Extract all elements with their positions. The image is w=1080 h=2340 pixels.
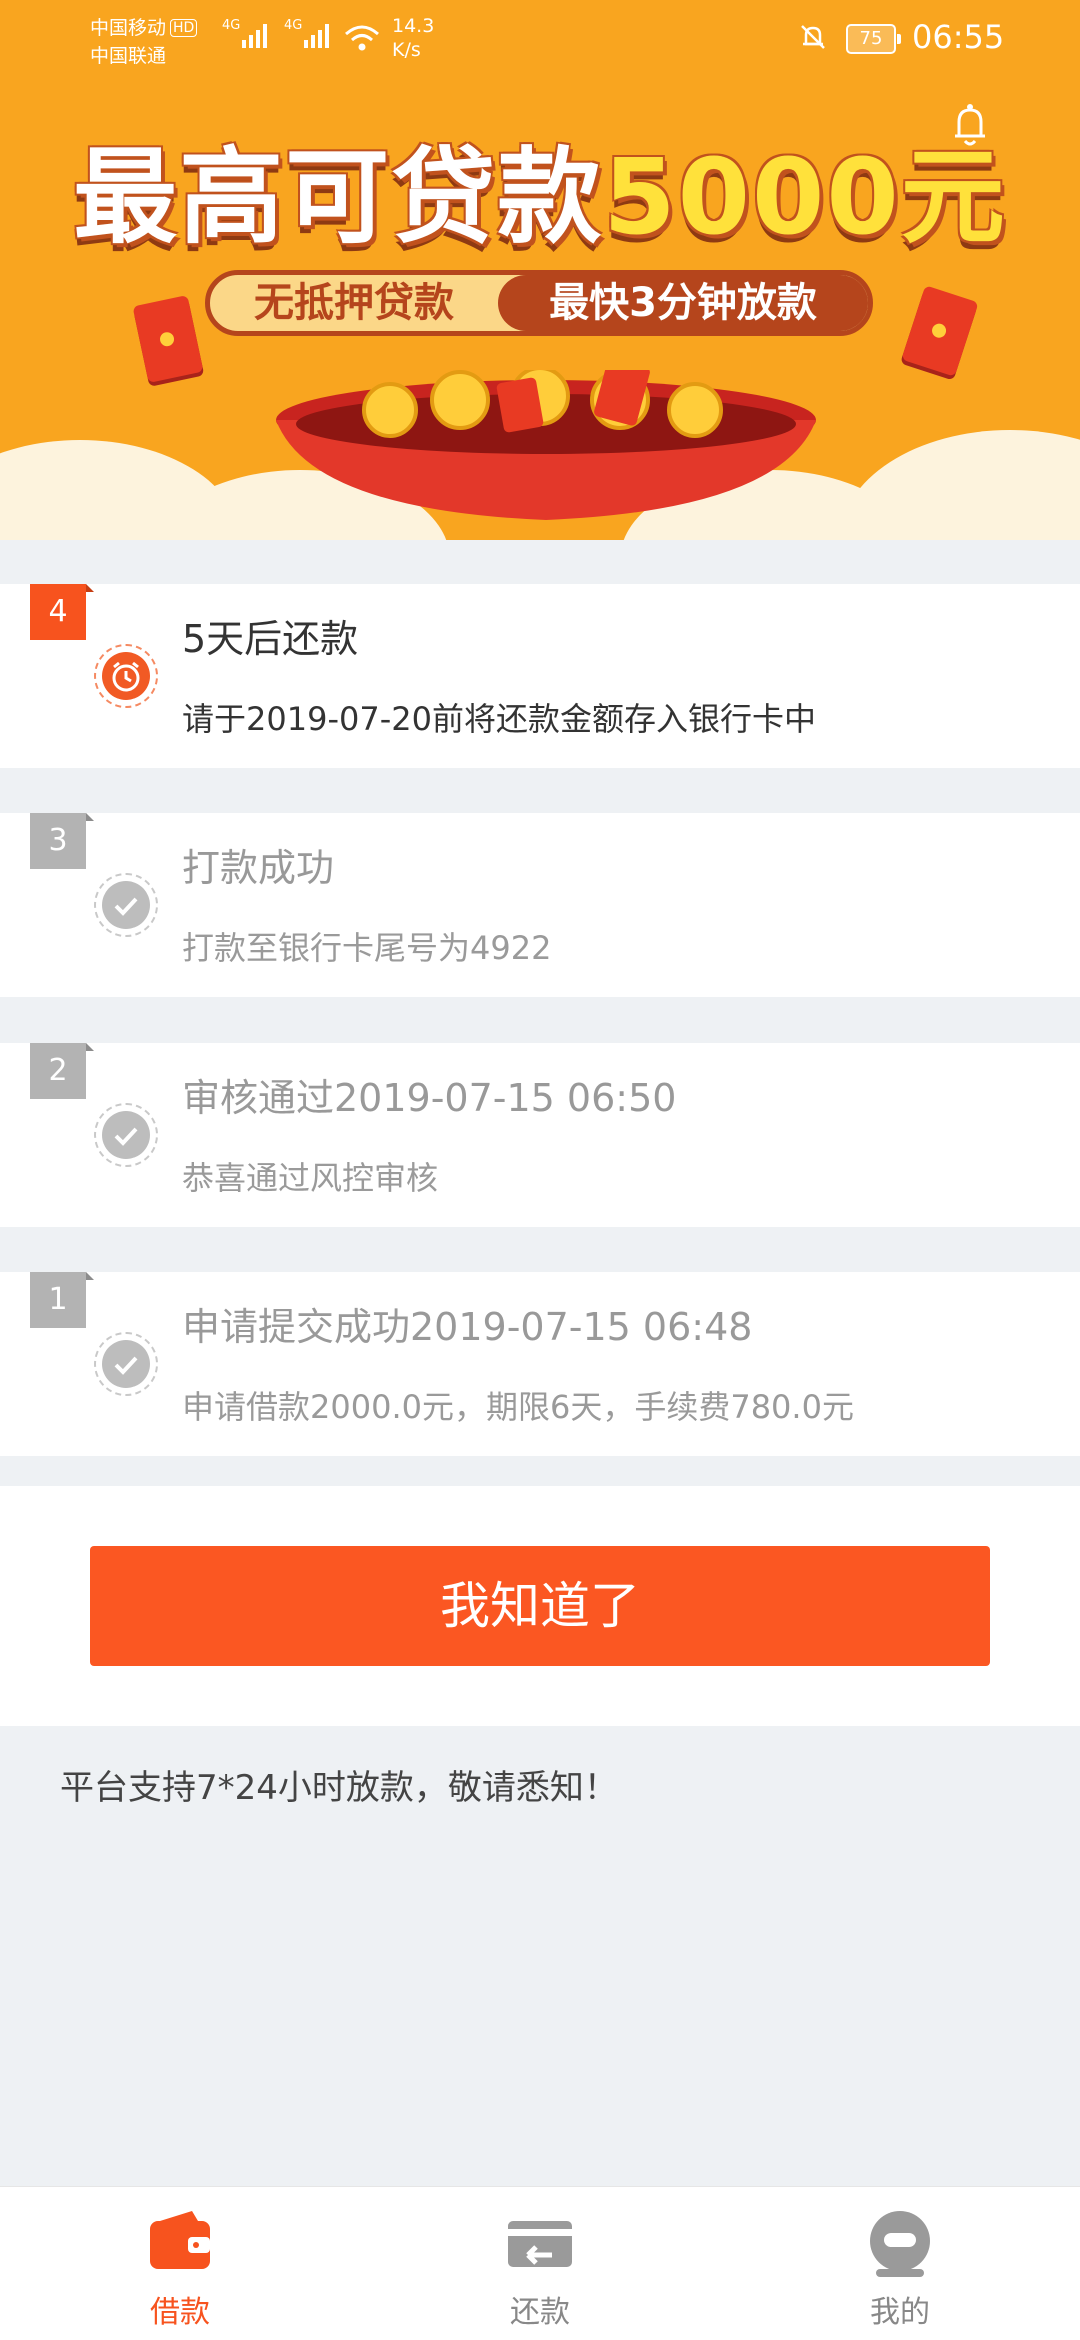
network-type-1: 4G xyxy=(222,18,241,33)
status-indicator xyxy=(94,873,158,937)
tab-label: 我的 xyxy=(870,2295,930,2330)
action-area: 我知道了 xyxy=(0,1486,1080,1726)
alarm-clock-icon xyxy=(112,661,140,692)
tab-borrow[interactable]: 借款 xyxy=(0,2187,360,2340)
slogan-no-collateral: 无抵押贷款 xyxy=(254,280,454,326)
step-item-1: 1 申请提交成功2019-07-15 06:48 申请借款2000.0元，期限6… xyxy=(0,1272,1080,1456)
headline-text: 最高可贷款 xyxy=(73,136,604,258)
check-icon xyxy=(114,1356,138,1375)
speed-unit: K/s xyxy=(392,39,421,61)
battery-icon: 75 xyxy=(846,24,901,54)
check-icon xyxy=(114,1127,138,1146)
step-number-badge: 4 xyxy=(30,584,94,640)
step-number-badge: 2 xyxy=(30,1043,94,1099)
red-envelope-icon xyxy=(901,285,979,377)
repay-card-icon xyxy=(508,2221,572,2267)
step-title: 申请提交成功2019-07-15 06:48 xyxy=(182,1305,753,1349)
step-item-3: 3 打款成功 打款至银行卡尾号为4922 xyxy=(0,813,1080,997)
carrier-2: 中国联通 xyxy=(90,45,167,67)
step-number-badge: 1 xyxy=(30,1272,94,1328)
step-title: 审核通过2019-07-15 06:50 xyxy=(182,1076,677,1120)
tab-repay[interactable]: 还款 xyxy=(360,2187,720,2340)
profile-icon xyxy=(870,2211,930,2277)
acknowledge-button[interactable]: 我知道了 xyxy=(90,1546,990,1666)
status-indicator xyxy=(94,1332,158,1396)
step-description: 恭喜通过风控审核 xyxy=(182,1159,439,1197)
status-time: 06:55 xyxy=(912,18,1005,56)
check-icon xyxy=(114,897,138,916)
hd-badge: HD xyxy=(170,19,198,37)
tab-profile[interactable]: 我的 xyxy=(720,2187,1080,2340)
bottom-tab-bar: 借款 还款 我的 xyxy=(0,2186,1080,2340)
step-description: 打款至银行卡尾号为4922 xyxy=(182,929,552,967)
carrier-info: 中国移动 HD 中国联通 xyxy=(90,14,198,70)
step-title: 5天后还款 xyxy=(182,617,359,661)
headline-amount: 5000元 xyxy=(603,136,1007,258)
gold-coin-bowl-icon xyxy=(276,370,816,520)
tab-label: 借款 xyxy=(150,2295,210,2330)
status-indicator xyxy=(94,1103,158,1167)
payout-notice: 平台支持7*24小时放款，敬请悉知！ xyxy=(60,1768,618,1808)
status-bar: 中国移动 HD 中国联通 4G 4G 14.3 K/s 75 06:55 xyxy=(0,0,1080,80)
banner-headline: 最高可贷款5000元 xyxy=(0,112,1080,263)
step-title: 打款成功 xyxy=(182,846,335,890)
network-type-2: 4G xyxy=(284,18,303,33)
silent-mode-icon xyxy=(801,25,825,49)
step-description: 请于2019-07-20前将还款金额存入银行卡中 xyxy=(182,700,816,738)
status-indicator xyxy=(94,644,158,708)
promo-banner[interactable]: 中国移动 HD 中国联通 4G 4G 14.3 K/s 75 06:55 最高可贷… xyxy=(0,0,1080,540)
step-item-4: 4 5天后还款 请于2019-07-20前将还款金额存入银行卡中 xyxy=(0,584,1080,768)
speed-value: 14.3 xyxy=(392,15,435,37)
signal-icon xyxy=(242,24,267,48)
banner-slogan: 无抵押贷款 最快3分钟放款 xyxy=(205,270,873,336)
wallet-icon xyxy=(150,2211,210,2269)
slogan-fast-payout: 最快3分钟放款 xyxy=(498,275,868,331)
signal-icon xyxy=(304,24,329,48)
carrier-1: 中国移动 xyxy=(90,17,167,39)
network-speed: 14.3 K/s xyxy=(392,14,434,62)
wifi-icon xyxy=(345,25,379,51)
step-number-badge: 3 xyxy=(30,813,94,869)
red-envelope-icon xyxy=(132,295,204,383)
tab-label: 还款 xyxy=(510,2295,570,2330)
step-description: 申请借款2000.0元，期限6天，手续费780.0元 xyxy=(182,1388,854,1426)
step-item-2: 2 审核通过2019-07-15 06:50 恭喜通过风控审核 xyxy=(0,1043,1080,1227)
